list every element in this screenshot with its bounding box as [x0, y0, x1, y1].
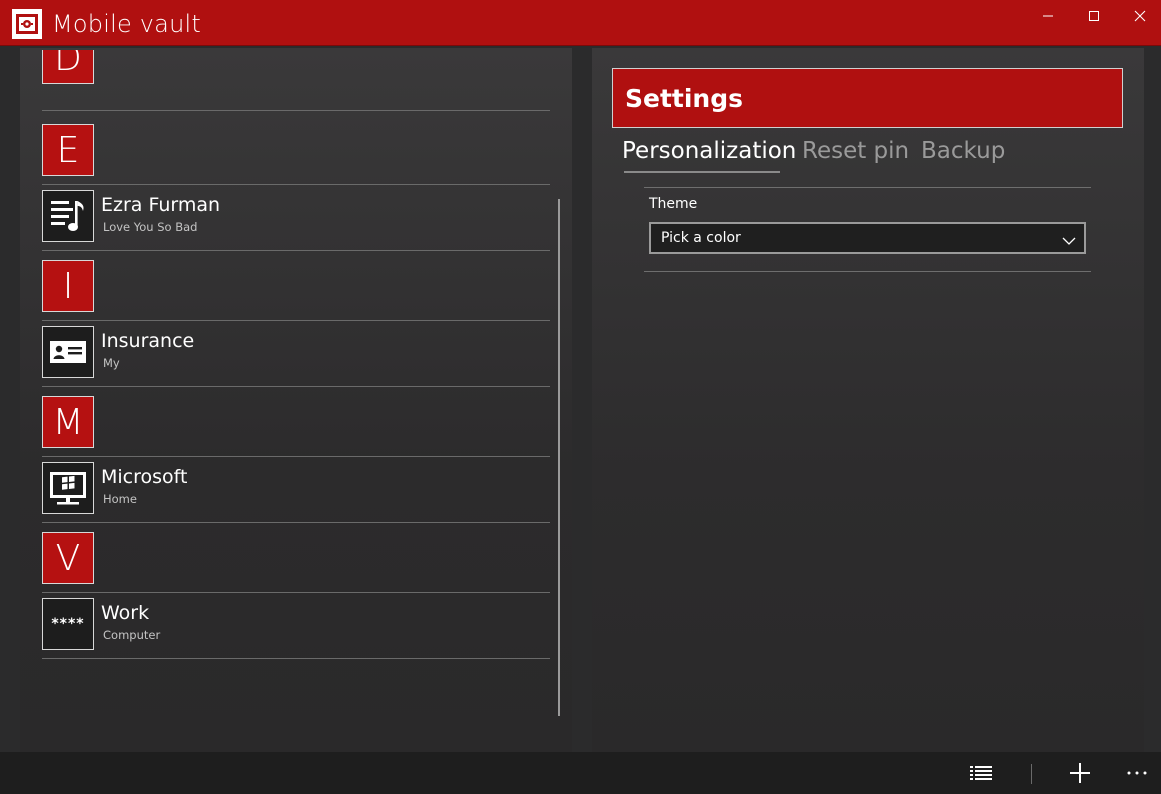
divider	[42, 456, 550, 457]
tab-personalization[interactable]: Personalization	[622, 138, 796, 164]
divider	[42, 250, 550, 251]
divider	[644, 271, 1091, 272]
group-header-e[interactable]: E	[42, 124, 94, 176]
group-header-i[interactable]: I	[42, 260, 94, 312]
list-view-icon[interactable]	[957, 752, 1005, 794]
settings-title: Settings	[625, 84, 744, 113]
title-bar: Mobile vault	[0, 0, 1161, 46]
item-title: Work	[101, 602, 150, 624]
item-subtitle: Computer	[103, 628, 161, 642]
item-title: Microsoft	[101, 466, 188, 488]
tab-backup[interactable]: Backup	[921, 138, 1005, 164]
item-title: Insurance	[101, 330, 195, 352]
divider	[42, 320, 550, 321]
divider	[42, 658, 550, 659]
item-title: Ezra Furman	[101, 194, 221, 216]
appbar-separator	[1031, 764, 1032, 784]
group-header-d[interactable]: D	[42, 50, 94, 84]
theme-select-value: Pick a color	[661, 230, 741, 246]
list-item[interactable]: Microsoft Home	[42, 462, 550, 514]
computer-monitor-icon	[42, 462, 94, 514]
app-title: Mobile vault	[52, 10, 201, 38]
settings-header: Settings	[612, 68, 1123, 128]
more-icon[interactable]	[1113, 752, 1161, 794]
item-subtitle: Home	[103, 492, 137, 506]
divider	[644, 187, 1091, 188]
id-card-icon	[42, 326, 94, 378]
app-bar	[0, 752, 1161, 794]
list-item[interactable]: **** Work Computer	[42, 598, 550, 650]
theme-label: Theme	[649, 196, 698, 212]
divider	[42, 522, 550, 523]
list-item[interactable]: Ezra Furman Love You So Bad	[42, 190, 550, 242]
list-item[interactable]: Insurance My	[42, 326, 550, 378]
divider	[42, 386, 550, 387]
item-subtitle: My	[103, 356, 120, 370]
minimize-button[interactable]	[1025, 0, 1071, 32]
divider	[42, 110, 550, 111]
divider	[42, 184, 550, 185]
theme-select[interactable]: Pick a color	[649, 222, 1086, 254]
vault-logo-icon	[12, 9, 42, 39]
group-header-m[interactable]: M	[42, 396, 94, 448]
add-icon[interactable]	[1056, 752, 1104, 794]
music-list-icon	[42, 190, 94, 242]
divider	[42, 592, 550, 593]
password-icon: ****	[42, 598, 94, 650]
password-mask-text: ****	[51, 616, 85, 632]
maximize-button[interactable]	[1071, 0, 1117, 32]
settings-pane: Settings Personalization Reset pin Backu…	[592, 48, 1144, 752]
chevron-down-icon	[1062, 232, 1076, 251]
group-header-v[interactable]: V	[42, 532, 94, 584]
entry-list[interactable]: D E Ezra Furman Love You So Bad I Insura…	[20, 48, 572, 752]
list-scrollbar[interactable]	[558, 199, 560, 716]
tab-reset-pin[interactable]: Reset pin	[802, 138, 909, 164]
item-subtitle: Love You So Bad	[103, 220, 198, 234]
close-button[interactable]	[1117, 0, 1161, 32]
active-tab-indicator	[624, 171, 780, 173]
